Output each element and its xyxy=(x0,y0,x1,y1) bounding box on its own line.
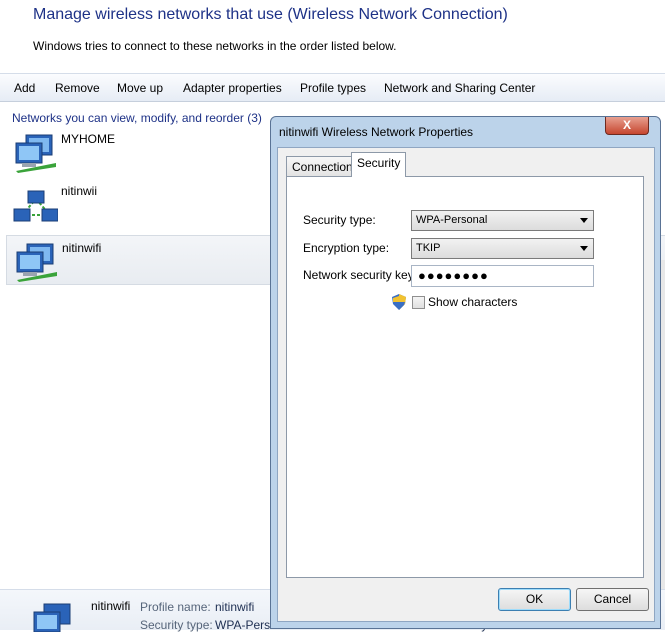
security-type-select[interactable]: WPA-Personal xyxy=(411,210,594,231)
encryption-type-value: TKIP xyxy=(416,242,441,254)
toolbar: Add Remove Move up Adapter properties Pr… xyxy=(0,73,665,102)
page-title: Manage wireless networks that use (Wirel… xyxy=(33,6,508,23)
network-name: nitinwifi xyxy=(62,241,102,255)
profile-types-button[interactable]: Profile types xyxy=(300,81,366,95)
move-up-button[interactable]: Move up xyxy=(117,81,163,95)
network-key-label: Network security key xyxy=(303,268,414,282)
chevron-down-icon xyxy=(580,218,588,223)
chevron-down-icon xyxy=(580,246,588,251)
properties-dialog: nitinwifi Wireless Network Properties X … xyxy=(270,116,661,629)
cancel-button[interactable]: Cancel xyxy=(576,588,649,611)
encryption-type-label: Encryption type: xyxy=(303,241,390,255)
show-characters-checkbox[interactable] xyxy=(412,296,425,309)
network-sharing-center-link[interactable]: Network and Sharing Center xyxy=(384,81,535,95)
details-network-name: nitinwifi xyxy=(91,599,131,613)
adhoc-network-icon xyxy=(13,190,58,222)
network-name: MYHOME xyxy=(61,132,115,146)
close-button[interactable]: X xyxy=(605,117,649,135)
network-key-input[interactable]: ●●●●●●●● xyxy=(411,265,594,287)
profile-name-value: nitinwifi xyxy=(215,600,255,614)
tab-security[interactable]: Security xyxy=(351,152,407,177)
page-subtitle: Windows tries to connect to these networ… xyxy=(33,39,397,53)
network-name: nitinwii xyxy=(61,184,98,198)
dialog-title: nitinwifi Wireless Network Properties xyxy=(279,125,474,139)
network-list-header: Networks you can view, modify, and reord… xyxy=(12,111,262,125)
shield-icon xyxy=(392,294,406,310)
close-icon: X xyxy=(622,118,631,132)
remove-button[interactable]: Remove xyxy=(55,81,100,95)
ok-button[interactable]: OK xyxy=(498,588,571,611)
wireless-network-icon xyxy=(15,134,56,173)
security-type-label: Security type: xyxy=(303,213,376,227)
tab-connection[interactable]: Connection xyxy=(286,156,359,176)
security-type-label: Security type: xyxy=(140,618,213,632)
dialog-body: Connection Security Security type: WPA-P… xyxy=(277,147,655,622)
encryption-type-select[interactable]: TKIP xyxy=(411,238,594,259)
add-button[interactable]: Add xyxy=(14,81,35,95)
wireless-network-icon xyxy=(33,603,71,632)
show-characters-label: Show characters xyxy=(428,295,518,309)
security-tab-panel: Security type: WPA-Personal Encryption t… xyxy=(286,176,644,578)
adapter-properties-button[interactable]: Adapter properties xyxy=(183,81,282,95)
security-type-value: WPA-Personal xyxy=(416,214,488,226)
wireless-network-icon xyxy=(16,243,57,282)
profile-name-label: Profile name: xyxy=(140,600,211,614)
